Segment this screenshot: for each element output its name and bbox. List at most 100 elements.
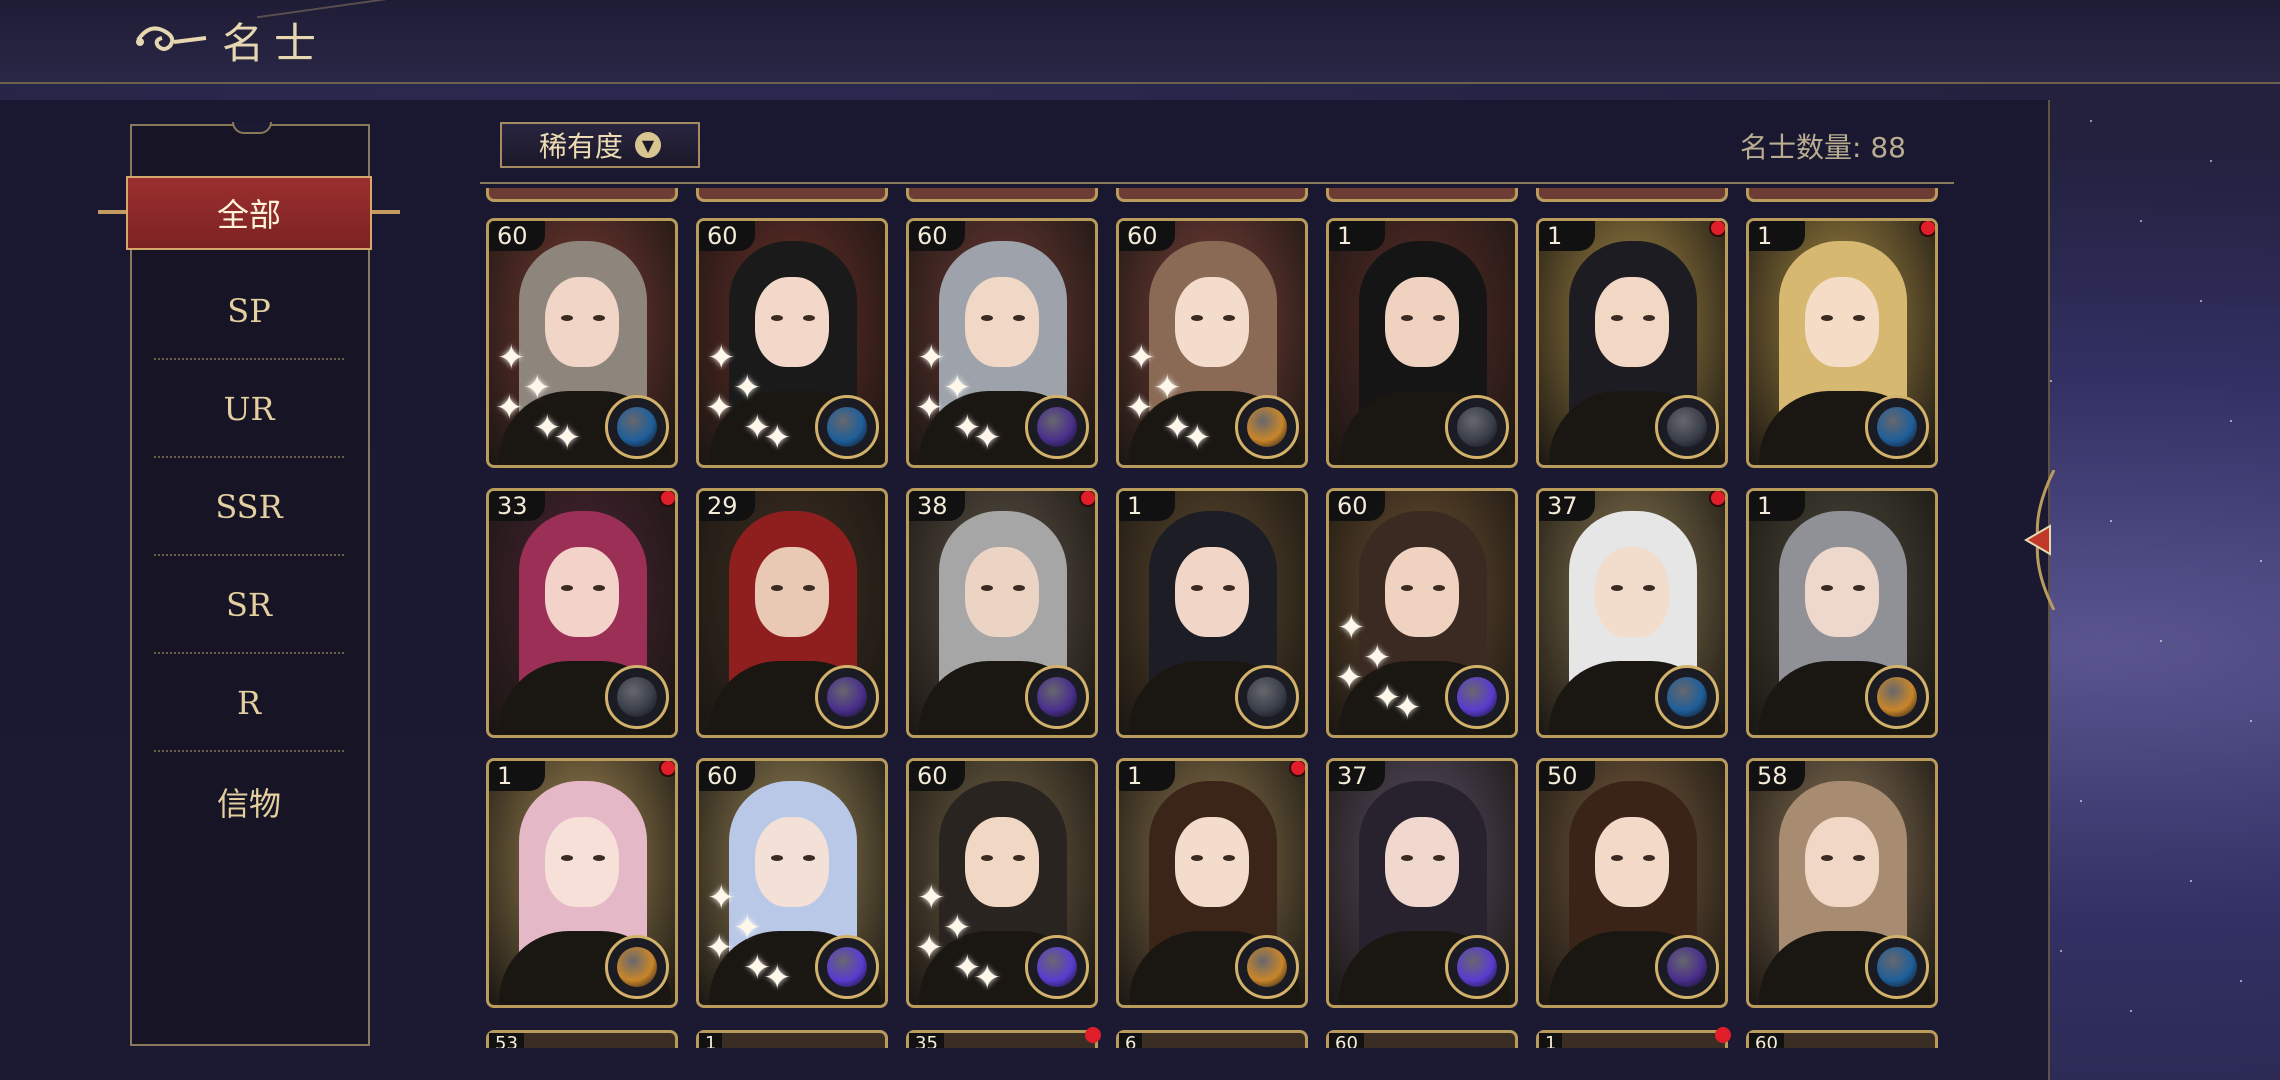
sparkle-icon: ✦	[973, 418, 1002, 458]
level-badge: 53	[489, 1033, 524, 1048]
hero-card[interactable]: ✦ ✦ ✦ ✦ ✦ 60	[1326, 488, 1518, 738]
hero-card[interactable]: ✦ ✦ ✦ ✦ ✦ 60	[696, 218, 888, 468]
hero-eye	[1433, 315, 1445, 321]
hero-card[interactable]: 50	[1536, 758, 1728, 1008]
card-partial-bottom[interactable]: 60	[1746, 1030, 1938, 1048]
sidebar-notch	[232, 122, 272, 134]
notification-dot	[1079, 491, 1095, 507]
hero-eye	[981, 585, 993, 591]
hero-card[interactable]: ✦ ✦ ✦ ✦ ✦ 60	[906, 218, 1098, 468]
hero-eye	[561, 585, 573, 591]
star	[2090, 120, 2092, 122]
sparkle-icon: ✦	[917, 878, 946, 918]
hero-card[interactable]: 1	[1746, 218, 1938, 468]
level-badge: 35	[909, 1033, 944, 1048]
card-partial-bottom[interactable]: 35	[906, 1027, 1101, 1048]
faction-emblem-icon	[1025, 935, 1089, 999]
faction-emblem-icon	[1655, 395, 1719, 459]
star	[2240, 980, 2242, 982]
hero-face	[1175, 817, 1249, 907]
hero-eye	[1191, 855, 1203, 861]
hero-eye	[593, 855, 605, 861]
faction-emblem-icon	[1445, 665, 1509, 729]
hero-card[interactable]: ✦ ✦ ✦ ✦ ✦ 60	[1116, 218, 1308, 468]
emblem-core	[1247, 677, 1287, 717]
hero-card-grid: ✦ ✦ ✦ ✦ ✦ 60 ✦ ✦ ✦ ✦ ✦ 60 ✦ ✦ ✦ ✦ ✦ 60 ✦ ✦ ✦ ✦ ✦ 60 1 1 1 33 29 38 1 ✦ ✦…	[480, 188, 1960, 1048]
hero-card[interactable]: 37	[1536, 488, 1728, 738]
tab-r[interactable]: R	[154, 656, 344, 752]
hero-card[interactable]: 1	[1746, 488, 1938, 738]
hero-eye	[1191, 585, 1203, 591]
hero-card[interactable]: 58	[1746, 758, 1938, 1008]
faction-emblem-icon	[1445, 935, 1509, 999]
tab-all[interactable]: 全部	[98, 176, 400, 250]
hero-face	[1385, 277, 1459, 367]
tab-token[interactable]: 信物	[154, 754, 344, 850]
card-partial-bottom[interactable]: 1	[696, 1030, 888, 1048]
faction-emblem-icon	[815, 665, 879, 729]
hero-eye	[1223, 855, 1235, 861]
notification-dot	[1919, 221, 1935, 237]
hero-face	[545, 547, 619, 637]
sparkle-icon: ✦	[943, 368, 972, 408]
faction-emblem-icon	[1655, 935, 1719, 999]
hero-eye	[1853, 315, 1865, 321]
hero-card[interactable]: 1	[1116, 488, 1308, 738]
hero-card[interactable]: 29	[696, 488, 888, 738]
star	[2060, 950, 2062, 952]
hero-eye	[1821, 315, 1833, 321]
level-badge: 37	[1539, 491, 1595, 521]
hero-eye	[1821, 585, 1833, 591]
card-partial-bottom[interactable]: 53	[486, 1030, 678, 1048]
hero-card[interactable]: 33	[486, 488, 678, 738]
emblem-core	[1877, 947, 1917, 987]
hero-face	[755, 817, 829, 907]
hero-card[interactable]: ✦ ✦ ✦ ✦ ✦ 60	[486, 218, 678, 468]
hero-face	[755, 277, 829, 367]
hero-eye	[1611, 585, 1623, 591]
card-partial-bottom[interactable]: 6	[1116, 1030, 1308, 1048]
hero-face	[1385, 547, 1459, 637]
hero-eye	[1013, 855, 1025, 861]
star	[2080, 800, 2082, 802]
tab-sr[interactable]: SR	[154, 558, 344, 654]
sparkle-icon: ✦	[733, 368, 762, 408]
hero-face	[545, 277, 619, 367]
hero-face	[965, 817, 1039, 907]
hero-face	[1595, 277, 1669, 367]
emblem-core	[1037, 947, 1077, 987]
star	[2140, 220, 2142, 222]
hero-card[interactable]: 1	[486, 758, 678, 1008]
tab-ssr[interactable]: SSR	[154, 460, 344, 556]
hero-card[interactable]: ✦ ✦ ✦ ✦ ✦ 60	[696, 758, 888, 1008]
level-badge: 60	[699, 761, 755, 791]
hero-card[interactable]: 38	[906, 488, 1098, 738]
hero-card[interactable]: 1	[1326, 218, 1518, 468]
card-partial-top	[696, 188, 888, 202]
hero-card[interactable]: ✦ ✦ ✦ ✦ ✦ 60	[906, 758, 1098, 1008]
level-badge: 1	[489, 761, 545, 791]
card-partial-top	[1536, 188, 1728, 202]
sparkle-icon: ✦	[705, 388, 734, 428]
tab-ur[interactable]: UR	[154, 362, 344, 458]
sparkle-icon: ✦	[973, 958, 1002, 998]
level-badge: 1	[1539, 221, 1595, 251]
sort-rarity-button[interactable]: 稀有度 ▼	[500, 122, 700, 168]
faction-emblem-icon	[1025, 665, 1089, 729]
tab-sp[interactable]: SP	[154, 264, 344, 360]
hero-eye	[803, 585, 815, 591]
hero-card[interactable]: 37	[1326, 758, 1518, 1008]
hero-face	[545, 817, 619, 907]
hero-eye	[1223, 315, 1235, 321]
hero-card[interactable]: 1	[1536, 218, 1728, 468]
hero-card[interactable]: 1	[1116, 758, 1308, 1008]
level-badge: 29	[699, 491, 755, 521]
card-partial-bottom[interactable]: 1	[1536, 1027, 1731, 1048]
hero-eye	[561, 855, 573, 861]
sparkle-icon: ✦	[917, 338, 946, 378]
sparkle-icon: ✦	[705, 928, 734, 968]
card-partial-bottom[interactable]: 60	[1326, 1030, 1518, 1048]
emblem-core	[1667, 407, 1707, 447]
hero-eye	[1853, 585, 1865, 591]
collapse-arrow-icon[interactable]	[2014, 470, 2064, 610]
